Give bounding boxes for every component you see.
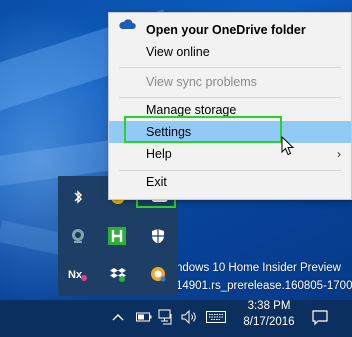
update-icon[interactable] — [150, 266, 166, 282]
build-watermark-line2: 14901.rs_prerelease.160805-1700 — [176, 280, 352, 292]
submenu-arrow-icon: › — [337, 147, 341, 161]
volume-icon[interactable] — [181, 310, 199, 324]
keyboard-icon[interactable] — [206, 311, 226, 323]
settings-highlight-box — [124, 116, 282, 143]
clock-date[interactable]: 8/17/2016 — [240, 316, 298, 328]
show-hidden-icons-chevron-icon[interactable] — [112, 312, 124, 322]
menu-item-help[interactable]: Help › — [109, 143, 351, 165]
defender-icon[interactable] — [150, 228, 166, 244]
menu-separator — [119, 97, 341, 98]
h-app-icon[interactable] — [108, 227, 126, 245]
webcam-icon[interactable] — [70, 228, 86, 244]
mouse-cursor-icon — [281, 136, 295, 156]
dropbox-icon[interactable] — [110, 266, 126, 282]
build-watermark-line1: ndows 10 Home Insider Preview — [176, 262, 341, 274]
svg-text:Nx: Nx — [68, 269, 83, 281]
menu-item-open-onedrive-folder[interactable]: Open your OneDrive folder — [109, 19, 351, 41]
menu-separator — [119, 67, 341, 68]
action-center-icon[interactable] — [312, 310, 328, 326]
menu-item-exit[interactable]: Exit — [109, 171, 351, 193]
clock-time[interactable]: 3:38 PM — [246, 300, 292, 312]
onedrive-context-menu: Open your OneDrive folder View online Vi… — [108, 12, 352, 200]
battery-icon[interactable] — [136, 312, 152, 322]
menu-item-view-sync-problems: View sync problems — [146, 75, 257, 89]
taskbar — [0, 300, 352, 337]
menu-item-view-online[interactable]: View online — [109, 41, 351, 63]
nx-icon[interactable]: Nx — [68, 266, 88, 282]
bluetooth-icon[interactable] — [70, 189, 86, 205]
network-icon[interactable] — [158, 309, 174, 325]
